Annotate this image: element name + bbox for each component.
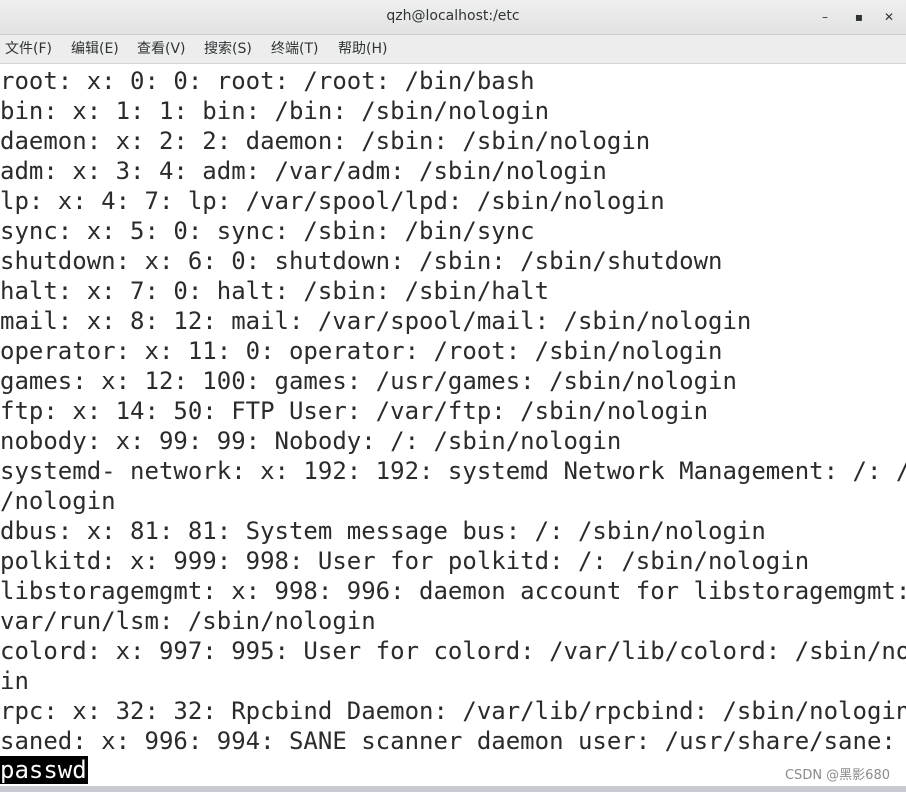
- window-bottom-edge: [0, 786, 906, 792]
- terminal-line: adm: x: 3: 4: adm: /var/adm: /sbin/nolog…: [0, 157, 607, 185]
- close-button[interactable]: ✕: [878, 6, 900, 28]
- menu-edit[interactable]: 编辑(E): [70, 35, 120, 64]
- command-line[interactable]: passwd: [0, 756, 88, 786]
- terminal-line: libstoragemgmt: x: 998: 996: daemon acco…: [0, 577, 906, 605]
- terminal-line: nobody: x: 99: 99: Nobody: /: /sbin/nolo…: [0, 427, 622, 455]
- menu-search[interactable]: 搜索(S): [203, 35, 253, 64]
- terminal-line: operator: x: 11: 0: operator: /root: /sb…: [0, 337, 723, 365]
- minimize-button[interactable]: –: [814, 6, 836, 28]
- terminal-line: saned: x: 996: 994: SANE scanner daemon …: [0, 727, 906, 755]
- terminal-line: sync: x: 5: 0: sync: /sbin: /bin/sync: [0, 217, 535, 245]
- terminal-line: colord: x: 997: 995: User for colord: /v…: [0, 637, 906, 665]
- selected-command-text[interactable]: passwd: [0, 756, 88, 784]
- terminal-line: bin: x: 1: 1: bin: /bin: /sbin/nologin: [0, 97, 550, 125]
- menu-help[interactable]: 帮助(H): [337, 35, 388, 64]
- menu-file[interactable]: 文件(F): [4, 35, 53, 64]
- terminal-line: /nologin: [0, 487, 116, 515]
- terminal-line: rpc: x: 32: 32: Rpcbind Daemon: /var/lib…: [0, 697, 906, 725]
- terminal-line: mail: x: 8: 12: mail: /var/spool/mail: /…: [0, 307, 752, 335]
- menu-bar: 文件(F) 编辑(E) 查看(V) 搜索(S) 终端(T) 帮助(H): [0, 35, 906, 64]
- terminal-line: var/run/lsm: /sbin/nologin: [0, 607, 376, 635]
- terminal-line: lp: x: 4: 7: lp: /var/spool/lpd: /sbin/n…: [0, 187, 665, 215]
- terminal-line: systemd- network: x: 192: 192: systemd N…: [0, 457, 906, 485]
- terminal-line: daemon: x: 2: 2: daemon: /sbin: /sbin/no…: [0, 127, 651, 155]
- window-title: qzh@localhost:/etc: [386, 8, 520, 24]
- terminal-line: root: x: 0: 0: root: /root: /bin/bash: [0, 67, 535, 95]
- terminal-output[interactable]: root: x: 0: 0: root: /root: /bin/bash bi…: [0, 64, 906, 786]
- terminal-line: polkitd: x: 999: 998: User for polkitd: …: [0, 547, 810, 575]
- watermark: CSDN @黑影680: [784, 768, 890, 783]
- title-bar: qzh@localhost:/etc – ▪ ✕: [0, 0, 906, 35]
- menu-terminal[interactable]: 终端(T): [270, 35, 319, 64]
- terminal-line: shutdown: x: 6: 0: shutdown: /sbin: /sbi…: [0, 247, 723, 275]
- maximize-button[interactable]: ▪: [848, 6, 870, 28]
- terminal-line: games: x: 12: 100: games: /usr/games: /s…: [0, 367, 737, 395]
- terminal-line: ftp: x: 14: 50: FTP User: /var/ftp: /sbi…: [0, 397, 709, 425]
- menu-view[interactable]: 查看(V): [136, 35, 187, 64]
- terminal-line: halt: x: 7: 0: halt: /sbin: /sbin/halt: [0, 277, 550, 305]
- terminal-line: in: [0, 667, 29, 695]
- terminal-line: dbus: x: 81: 81: System message bus: /: …: [0, 517, 766, 545]
